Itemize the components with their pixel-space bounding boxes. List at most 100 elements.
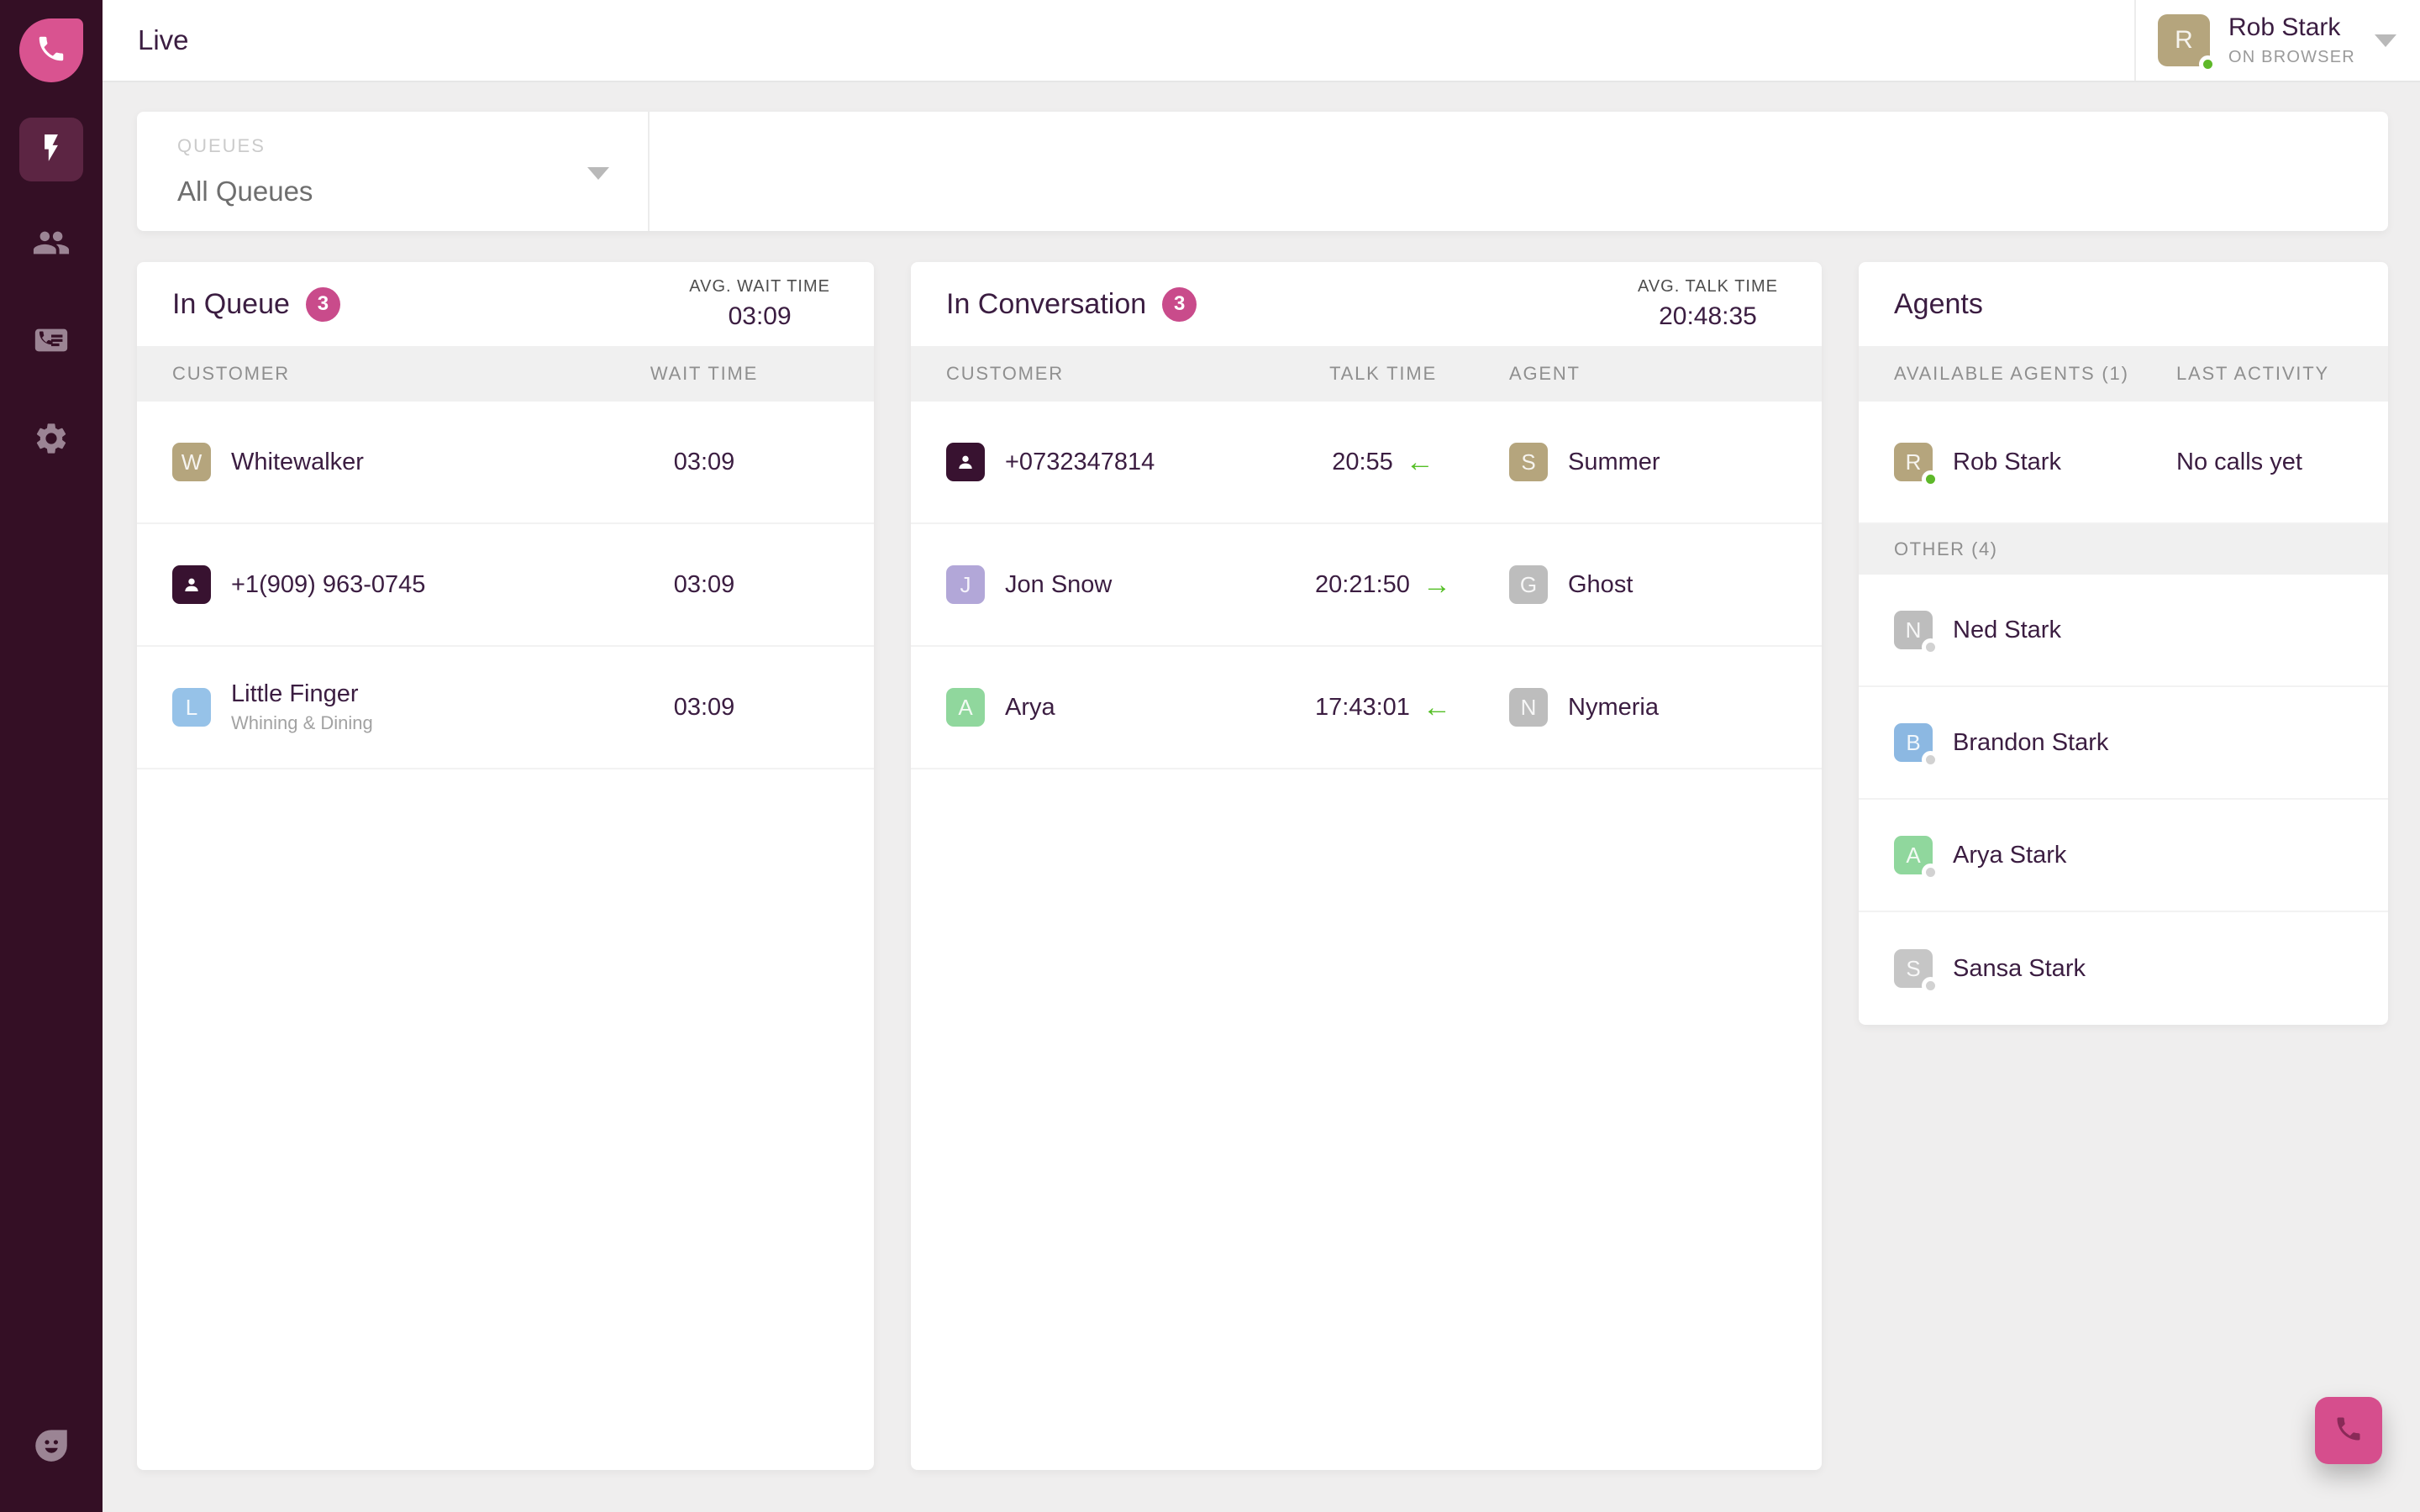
in-conversation-rows: +0732347814 20:55 ← S Summer J Jon Snow … bbox=[911, 402, 1822, 769]
sidebar-item-call-history[interactable] bbox=[0, 321, 103, 364]
agent-name: Summer bbox=[1568, 449, 1660, 476]
status-dot bbox=[1922, 977, 1939, 995]
queues-filter-card: QUEUES All Queues bbox=[137, 112, 2388, 231]
customer-queue-label: Whining & Dining bbox=[231, 712, 373, 734]
column-header-wait-time: WAIT TIME bbox=[570, 363, 839, 385]
customer-cell: W Whitewalker bbox=[172, 443, 570, 481]
in-queue-column-headers: CUSTOMER WAIT TIME bbox=[137, 346, 874, 402]
agents-header: Agents bbox=[1859, 262, 2388, 346]
gear-icon bbox=[33, 420, 70, 461]
avatar: L bbox=[172, 688, 211, 727]
sidebar-item-live[interactable] bbox=[19, 118, 83, 181]
avatar: S bbox=[1894, 949, 1933, 988]
other-agents-band: OTHER (4) bbox=[1859, 524, 2388, 575]
conversation-row[interactable]: J Jon Snow 20:21:50 → G Ghost bbox=[911, 524, 1822, 647]
customer-names: Little Finger Whining & Dining bbox=[231, 680, 373, 734]
in-queue-rows: W Whitewalker 03:09 +1(909) 963-0745 03:… bbox=[137, 402, 874, 769]
status-dot bbox=[1922, 751, 1939, 769]
customer-name: Whitewalker bbox=[231, 449, 364, 476]
agent-row[interactable]: B Brandon Stark bbox=[1859, 687, 2388, 800]
status-dot bbox=[1922, 864, 1939, 881]
avatar: A bbox=[946, 688, 985, 727]
avatar: S bbox=[1509, 443, 1548, 481]
sidebar-item-settings[interactable] bbox=[0, 420, 103, 461]
column-header-last-activity: LAST ACTIVITY bbox=[2176, 363, 2353, 385]
agent-row[interactable]: R Rob Stark No calls yet bbox=[1859, 402, 2388, 524]
phone-contact-avatar bbox=[172, 565, 211, 604]
avg-talk-time-stat: AVG. TALK TIME 20:48:35 bbox=[1638, 277, 1778, 331]
agent-name: Ned Stark bbox=[1953, 617, 2061, 644]
agent-cell: N Ned Stark bbox=[1894, 611, 2176, 649]
available-agent-rows: R Rob Stark No calls yet bbox=[1859, 402, 2388, 524]
in-conversation-panel: In Conversation 3 AVG. TALK TIME 20:48:3… bbox=[911, 262, 1822, 1470]
new-call-fab[interactable] bbox=[2315, 1397, 2382, 1464]
avatar: N bbox=[1509, 688, 1548, 727]
customer-cell: J Jon Snow bbox=[946, 565, 1257, 604]
customer-names: Whitewalker bbox=[231, 449, 364, 476]
column-header-customer: CUSTOMER bbox=[946, 363, 1257, 385]
status-dot bbox=[1922, 470, 1939, 488]
customer-name: +0732347814 bbox=[1005, 449, 1155, 476]
agent-cell: A Arya Stark bbox=[1894, 836, 2176, 874]
agent-cell: S Sansa Stark bbox=[1894, 949, 2176, 988]
customer-names: +1(909) 963-0745 bbox=[231, 571, 425, 599]
talk-time-value: 20:55 bbox=[1332, 449, 1393, 476]
agent-cell: B Brandon Stark bbox=[1894, 723, 2176, 762]
customer-name: +1(909) 963-0745 bbox=[231, 571, 425, 599]
conversation-row[interactable]: A Arya 17:43:01 ← N Nymeria bbox=[911, 647, 1822, 769]
panel-title: In Conversation bbox=[946, 288, 1146, 321]
call-direction-arrow-icon: → bbox=[1423, 570, 1451, 599]
queue-row[interactable]: L Little Finger Whining & Dining 03:09 bbox=[137, 647, 874, 769]
agent-row[interactable]: N Ned Stark bbox=[1859, 575, 2388, 687]
customer-cell: +0732347814 bbox=[946, 443, 1257, 481]
agent-name: Arya Stark bbox=[1953, 842, 2066, 869]
stat-value: 20:48:35 bbox=[1638, 302, 1778, 331]
contact-card-icon bbox=[32, 321, 71, 364]
panel-title: Agents bbox=[1894, 288, 1983, 321]
column-header-customer: CUSTOMER bbox=[172, 363, 570, 385]
talk-time-cell: 17:43:01 ← bbox=[1257, 693, 1509, 722]
dropdown-caret-icon[interactable] bbox=[587, 167, 609, 180]
queues-select[interactable]: QUEUES All Queues bbox=[137, 112, 650, 231]
smiley-icon bbox=[30, 1423, 72, 1469]
avatar: B bbox=[1894, 723, 1933, 762]
avg-wait-time-stat: AVG. WAIT TIME 03:09 bbox=[689, 277, 830, 331]
avatar: N bbox=[1894, 611, 1933, 649]
agent-name: Brandon Stark bbox=[1953, 729, 2108, 757]
wait-time-value: 03:09 bbox=[570, 694, 839, 722]
agent-row[interactable]: S Sansa Stark bbox=[1859, 912, 2388, 1025]
queue-row[interactable]: +1(909) 963-0745 03:09 bbox=[137, 524, 874, 647]
avatar: A bbox=[1894, 836, 1933, 874]
agent-row[interactable]: A Arya Stark bbox=[1859, 800, 2388, 912]
queues-value: All Queues bbox=[177, 176, 648, 207]
count-badge: 3 bbox=[1162, 287, 1197, 322]
call-direction-arrow-icon: ← bbox=[1423, 693, 1451, 722]
user-name: Rob Stark bbox=[2228, 13, 2355, 42]
avatar: J bbox=[946, 565, 985, 604]
stat-label: AVG. TALK TIME bbox=[1638, 277, 1778, 297]
user-menu[interactable]: R Rob Stark ON BROWSER bbox=[2134, 0, 2420, 81]
agent-name: Sansa Stark bbox=[1953, 955, 2086, 983]
queue-row[interactable]: W Whitewalker 03:09 bbox=[137, 402, 874, 524]
phone-icon bbox=[2333, 1414, 2364, 1448]
agents-column-headers: AVAILABLE AGENTS (1) LAST ACTIVITY bbox=[1859, 346, 2388, 402]
user-status: ON BROWSER bbox=[2228, 48, 2355, 67]
talk-time-cell: 20:55 ← bbox=[1257, 448, 1509, 476]
talk-time-value: 20:21:50 bbox=[1315, 571, 1410, 599]
agent-cell: R Rob Stark bbox=[1894, 443, 2176, 481]
call-direction-arrow-icon: ← bbox=[1406, 448, 1434, 476]
phone-icon bbox=[35, 33, 67, 69]
avatar: W bbox=[172, 443, 211, 481]
sidebar-item-feedback[interactable] bbox=[0, 1423, 103, 1469]
agents-panel: Agents AVAILABLE AGENTS (1) LAST ACTIVIT… bbox=[1859, 262, 2388, 1025]
in-queue-header: In Queue 3 AVG. WAIT TIME 03:09 bbox=[137, 262, 874, 346]
agent-name: Ghost bbox=[1568, 571, 1633, 599]
sidebar-item-contacts[interactable] bbox=[0, 223, 103, 266]
user-avatar: R bbox=[2158, 14, 2210, 66]
last-activity-value: No calls yet bbox=[2176, 449, 2353, 476]
customer-name: Jon Snow bbox=[1005, 571, 1112, 599]
chevron-down-icon[interactable] bbox=[2375, 34, 2396, 47]
sidebar bbox=[0, 0, 103, 1512]
app-logo[interactable] bbox=[19, 18, 83, 82]
conversation-row[interactable]: +0732347814 20:55 ← S Summer bbox=[911, 402, 1822, 524]
